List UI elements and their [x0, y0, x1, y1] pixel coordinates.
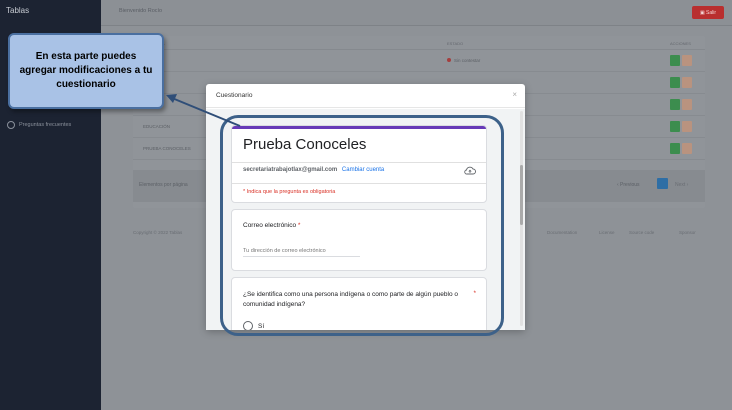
column-header: ESTADO	[447, 41, 464, 46]
tutorial-callout: En esta parte puedes agregar modificacio…	[8, 33, 164, 109]
radio-yes[interactable]	[243, 321, 253, 330]
column-header: ACCIONES	[670, 41, 691, 46]
close-icon[interactable]: ×	[512, 90, 517, 99]
edit-button[interactable]	[682, 99, 692, 110]
form-accent-band	[232, 126, 486, 129]
row-name: EDUCACIÓN	[143, 124, 171, 129]
modal-title: Cuestionario	[216, 92, 253, 99]
per-page-label[interactable]: Elementos por página	[139, 182, 188, 188]
scrollbar-thumb[interactable]	[520, 165, 523, 225]
edit-button[interactable]	[682, 77, 692, 88]
divider	[232, 183, 486, 184]
help-circle-icon	[7, 121, 15, 129]
switch-account-link[interactable]: Cambiar cuenta	[342, 167, 384, 173]
embedded-form[interactable]: Prueba Conoceles secretariatrabajotlax@g…	[206, 109, 525, 330]
email-label-text: Correo electrónico	[243, 222, 297, 229]
email-question-card: Correo electrónico *	[231, 209, 487, 271]
exit-button[interactable]: ▣ Salir	[692, 6, 724, 19]
required-note: * Indica que la pregunta es obligatoria	[243, 189, 336, 195]
table-row: Sin contestar	[133, 50, 705, 72]
table-header: ENCUESTA ESTADO ACCIONES	[133, 36, 705, 50]
edit-button[interactable]	[682, 121, 692, 132]
footer-link[interactable]: License	[599, 230, 615, 235]
email-field[interactable]	[243, 245, 360, 257]
copyright-text: Copyright © 2022 Tablas	[133, 230, 183, 235]
app-brand[interactable]: Tablas	[6, 6, 29, 15]
callout-text: En esta parte puedes agregar modificacio…	[19, 51, 153, 90]
footer-link[interactable]: Documentation	[547, 230, 577, 235]
prev-page-link[interactable]: ‹ Previous	[617, 182, 640, 188]
top-bar: Bienvenido Rocío ▣ Salir	[101, 0, 732, 26]
welcome-text: Bienvenido Rocío	[119, 8, 163, 14]
form-header-card: Prueba Conoceles secretariatrabajotlax@g…	[231, 125, 487, 203]
answer-button[interactable]	[670, 121, 680, 132]
current-page-button[interactable]	[657, 178, 668, 189]
indigenous-question-card: ¿Se identifica como una persona indígena…	[231, 277, 487, 330]
footer-link[interactable]: Source code	[629, 230, 654, 235]
account-line: secretariatrabajotlax@gmail.com Cambiar …	[243, 167, 384, 173]
radio-yes-label[interactable]: Sí	[258, 323, 264, 330]
row-name: PRUEBA CONOCELES	[143, 146, 191, 151]
edit-button[interactable]	[682, 143, 692, 154]
required-asterisk: *	[297, 222, 301, 229]
divider	[232, 162, 486, 163]
cloud-upload-icon[interactable]	[464, 166, 476, 176]
answer-button[interactable]	[670, 99, 680, 110]
question-text: ¿Se identifica como una persona indígena…	[243, 291, 459, 308]
account-email: secretariatrabajotlax@gmail.com	[243, 167, 338, 173]
email-label: Correo electrónico *	[243, 222, 300, 229]
form-title: Prueba Conoceles	[243, 136, 367, 153]
sidebar-item-label: Preguntas frecuentes	[19, 122, 72, 128]
answer-button[interactable]	[670, 143, 680, 154]
questionnaire-modal: Cuestionario × Prueba Conoceles secretar…	[206, 84, 525, 330]
footer-link[interactable]: Sponsor	[679, 230, 696, 235]
required-asterisk: *	[473, 290, 476, 297]
next-page-link[interactable]: Next ›	[675, 182, 688, 188]
status-badge: Sin contestar	[447, 58, 480, 63]
answer-button[interactable]	[670, 55, 680, 66]
sidebar-item-faq[interactable]: Preguntas frecuentes	[7, 121, 71, 129]
answer-button[interactable]	[670, 77, 680, 88]
modal-header: Cuestionario ×	[206, 84, 525, 108]
edit-button[interactable]	[682, 55, 692, 66]
